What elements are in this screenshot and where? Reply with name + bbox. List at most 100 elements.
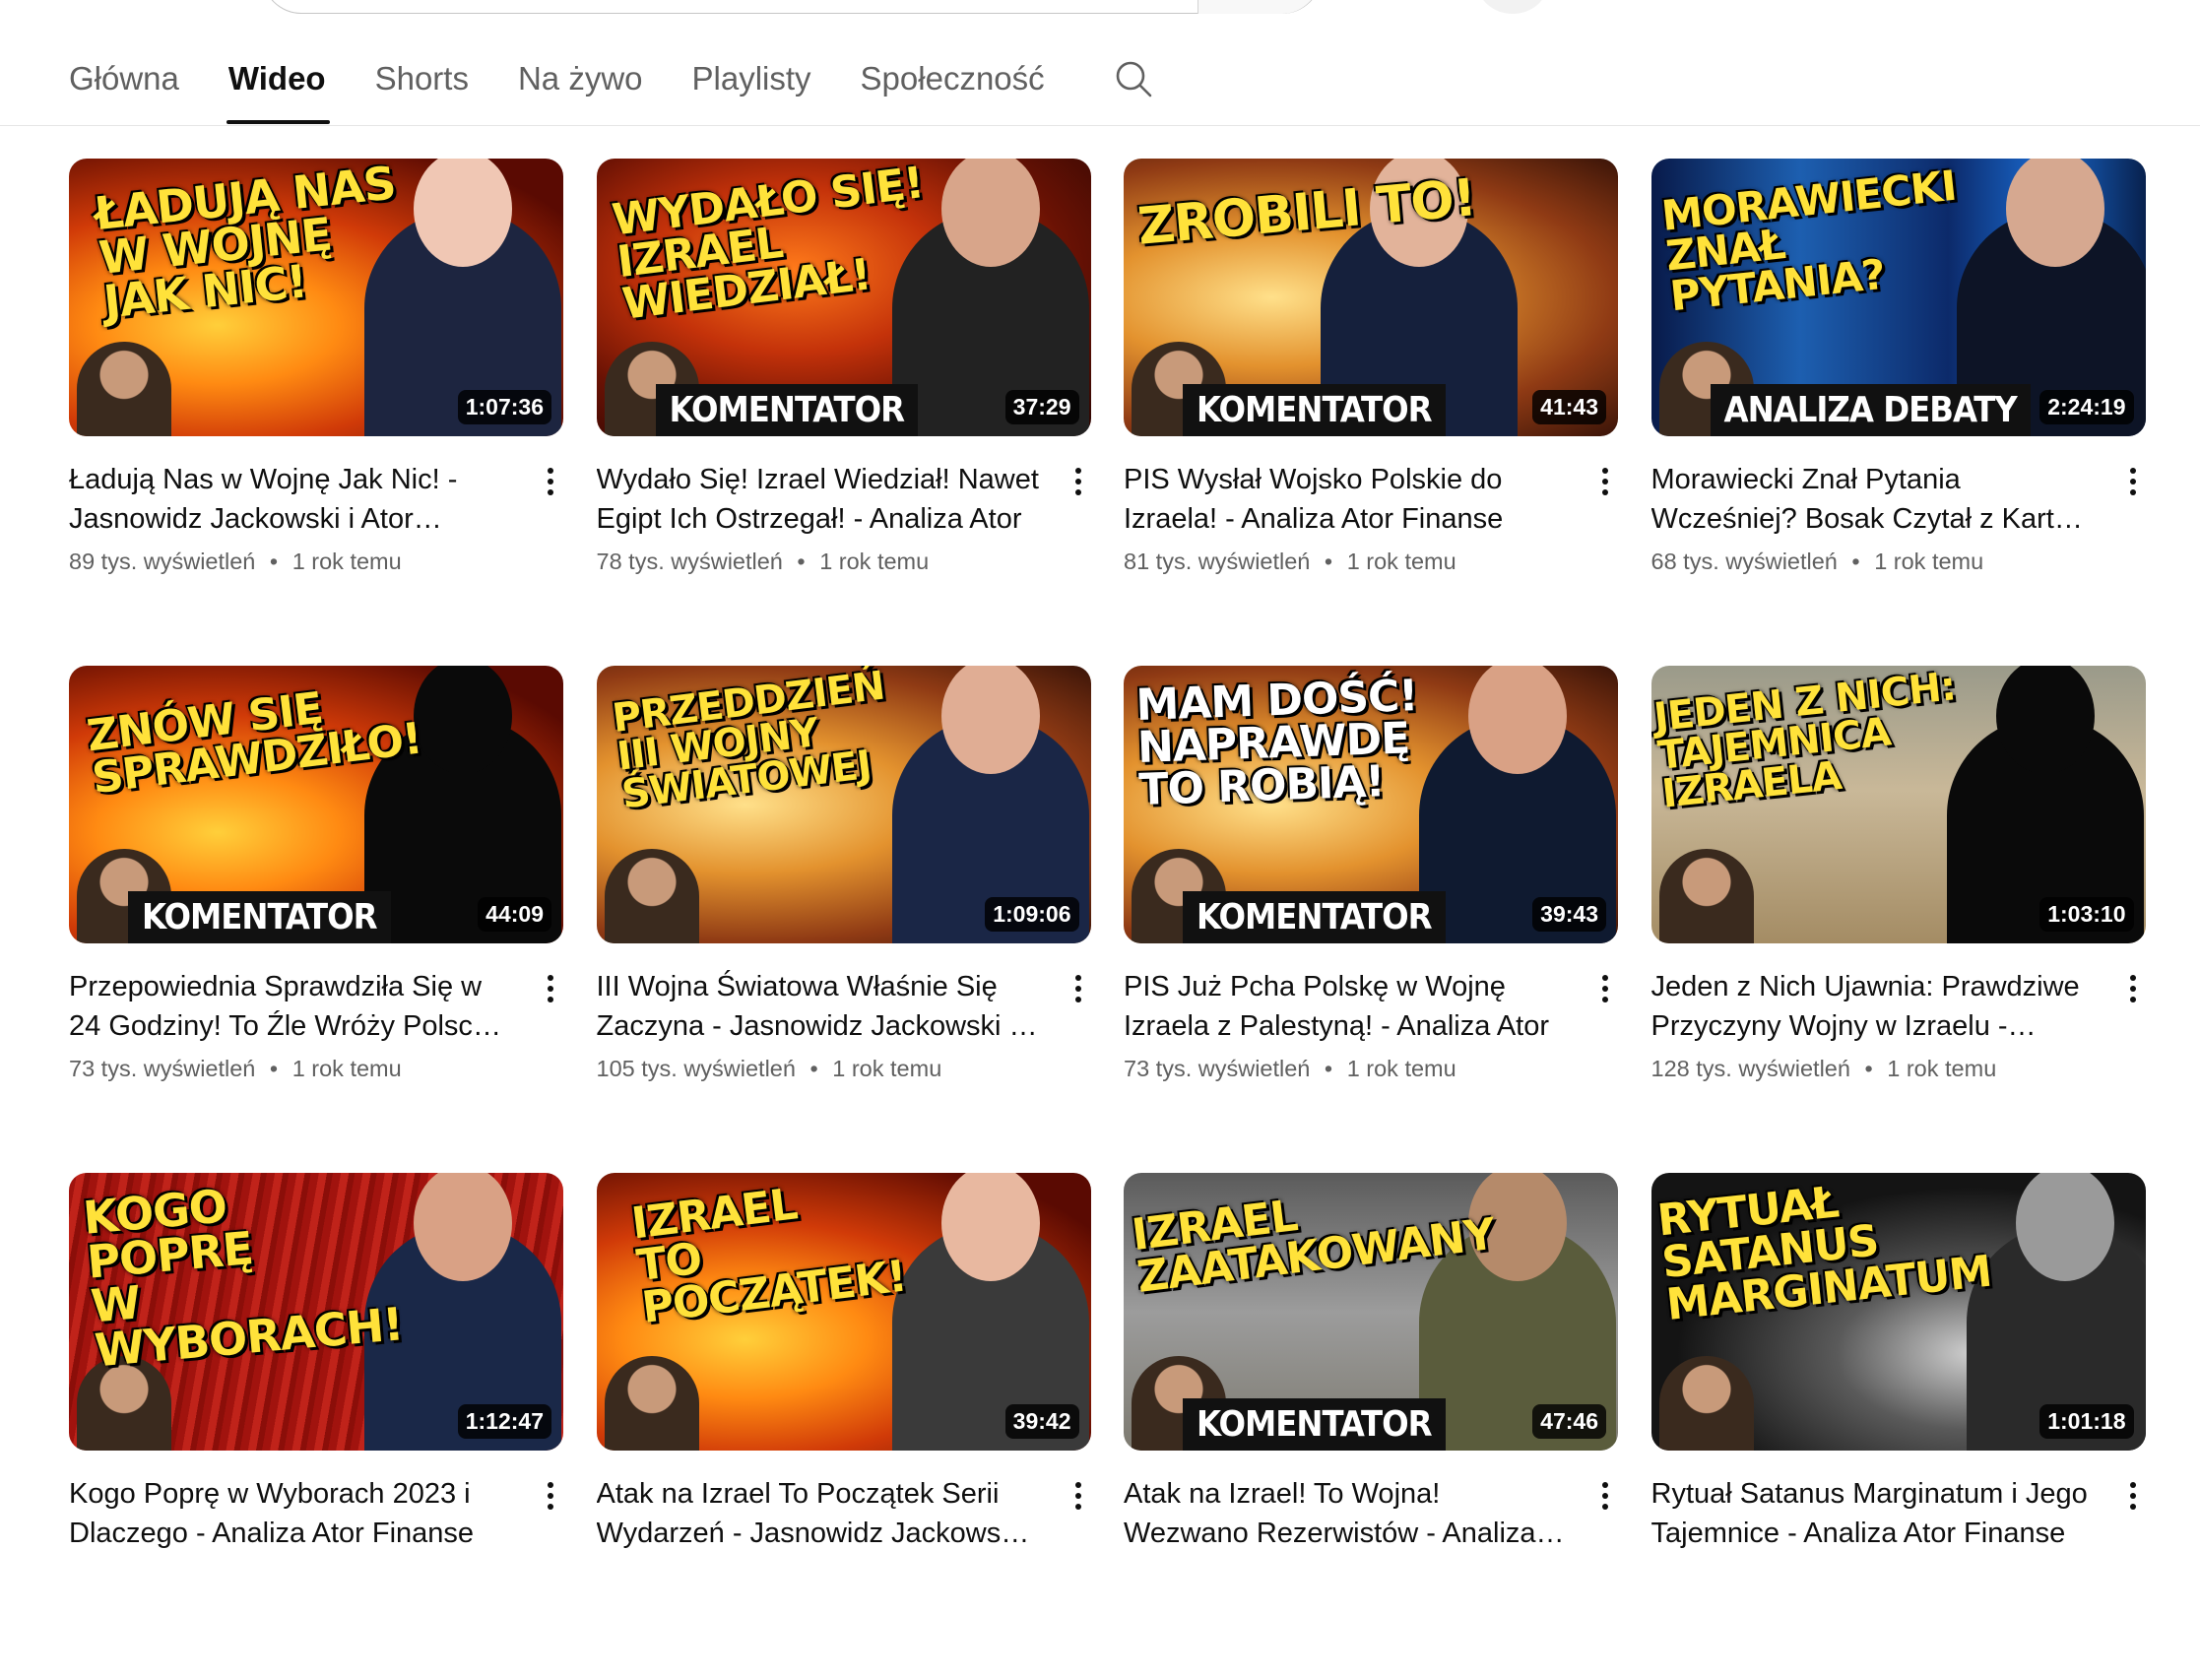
view-count: 105 tys. wyświetleń — [596, 1056, 796, 1081]
video-title[interactable]: PIS Wysłał Wojsko Polskie do Izraela! - … — [1124, 460, 1569, 539]
video-thumbnail[interactable]: ZNÓW SIĘ SPRAWDZIŁO! KOMENTATOR 44:09 — [69, 666, 563, 943]
video-duration: 47:46 — [1532, 1404, 1606, 1439]
thumbnail-avatar — [77, 342, 171, 436]
more-options-icon[interactable] — [1071, 464, 1085, 503]
view-count: 81 tys. wyświetleń — [1124, 549, 1311, 574]
view-count: 73 tys. wyświetleń — [1124, 1056, 1311, 1081]
video-title[interactable]: Ładują Nas w Wojnę Jak Nic! - Jasnowidz … — [69, 460, 514, 539]
video-card[interactable]: MORAWIECKI ZNAŁ PYTANIA? ANALIZA DEBATY … — [1650, 159, 2146, 666]
more-options-icon[interactable] — [1598, 971, 1612, 1010]
thumbnail-face — [1995, 666, 2095, 774]
video-title[interactable]: Jeden z Nich Ujawnia: Prawdziwe Przyczyn… — [1651, 967, 2097, 1046]
video-card[interactable]: WYDAŁO SIĘ! IZRAEL WIEDZIAŁ! KOMENTATOR … — [596, 159, 1091, 666]
video-meta: Ładują Nas w Wojnę Jak Nic! - Jasnowidz … — [69, 460, 563, 575]
video-meta: Jeden z Nich Ujawnia: Prawdziwe Przyczyn… — [1651, 967, 2146, 1082]
more-options-icon[interactable] — [1598, 464, 1612, 503]
video-card[interactable]: ZROBILI TO! KOMENTATOR 41:43 PIS Wysłał … — [1124, 159, 1618, 666]
search-bar[interactable] — [262, 0, 1322, 14]
thumbnail-caption: JEDEN Z NICH: TAJEMNICA IZRAELA — [1650, 666, 1958, 818]
video-card[interactable]: ŁADUJĄ NAS W WOJNĘ JAK NIC! 1:07:36 Ładu… — [69, 159, 563, 666]
video-meta: Rytuał Satanus Marginatum i Jego Tajemni… — [1651, 1474, 2146, 1589]
video-meta: Przepowiednia Sprawdziła Się w 24 Godzin… — [69, 967, 563, 1082]
tab-videos[interactable]: Wideo — [226, 39, 330, 124]
video-thumbnail[interactable]: IZRAEL TO POCZĄTEK! 39:42 — [596, 1173, 1091, 1451]
search-icon[interactable] — [1114, 59, 1153, 98]
more-options-icon[interactable] — [1071, 971, 1085, 1010]
thumbnail-avatar — [1658, 849, 1754, 943]
tab-community[interactable]: Społeczność — [861, 39, 1045, 124]
video-title[interactable]: Wydało Się! Izrael Wiedział! Nawet Egipt… — [597, 460, 1042, 539]
thumbnail-caption: KOGO POPRĘ W WYBORACH! — [81, 1179, 406, 1378]
video-duration: 1:01:18 — [2039, 1404, 2134, 1439]
video-duration: 1:03:10 — [2039, 897, 2134, 932]
thumbnail-caption: IZRAEL TO POCZĄTEK! — [628, 1179, 909, 1334]
video-meta: Kogo Poprę w Wyborach 2023 i Dlaczego - … — [69, 1474, 563, 1589]
video-card[interactable]: MAM DOŚĆ! NAPRAWDĘ TO ROBIĄ! KOMENTATOR … — [1124, 666, 1618, 1173]
video-card[interactable]: RYTUAŁ SATANUS MARGINATUM 1:01:18 Rytuał… — [1650, 1173, 2146, 1680]
video-title[interactable]: Przepowiednia Sprawdziła Się w 24 Godzin… — [69, 967, 514, 1046]
stats-separator: • — [1851, 549, 1860, 574]
tab-live[interactable]: Na żywo — [518, 39, 643, 124]
thumbnail-caption: RYTUAŁ SATANUS MARGINATUM — [1654, 1177, 1993, 1331]
video-thumbnail[interactable]: RYTUAŁ SATANUS MARGINATUM 1:01:18 — [1650, 1173, 2146, 1451]
video-meta: Atak na Izrael! To Wojna! Wezwano Rezerw… — [1124, 1474, 1618, 1589]
video-meta: PIS Wysłał Wojsko Polskie do Izraela! - … — [1124, 460, 1618, 575]
video-title[interactable]: Morawiecki Znał Pytania Wcześniej? Bosak… — [1651, 460, 2097, 539]
more-options-icon[interactable] — [2126, 464, 2140, 503]
thumbnail-avatar — [604, 849, 699, 943]
voice-search-button[interactable] — [1477, 0, 1548, 14]
video-stats: 73 tys. wyświetleń • 1 rok temu — [1124, 1056, 1569, 1082]
tabs-divider — [0, 125, 2200, 126]
view-count: 89 tys. wyświetleń — [69, 549, 256, 574]
view-count: 68 tys. wyświetleń — [1650, 549, 1838, 574]
video-thumbnail[interactable]: JEDEN Z NICH: TAJEMNICA IZRAELA 1:03:10 — [1650, 666, 2146, 943]
video-card[interactable]: IZRAEL TO POCZĄTEK! 39:42 Atak na Izrael… — [596, 1173, 1091, 1680]
thumbnail-label: KOMENTATOR — [1183, 384, 1446, 436]
video-duration: 1:12:47 — [457, 1404, 551, 1439]
thumbnail-face — [2005, 159, 2104, 267]
video-title[interactable]: Atak na Izrael To Początek Serii Wydarze… — [597, 1474, 1042, 1553]
thumbnail-face — [940, 1173, 1040, 1281]
more-options-icon[interactable] — [2126, 1478, 2140, 1518]
more-options-icon[interactable] — [1071, 1478, 1085, 1518]
video-card[interactable]: ZNÓW SIĘ SPRAWDZIŁO! KOMENTATOR 44:09 Pr… — [69, 666, 563, 1173]
video-thumbnail[interactable]: IZRAEL ZAATAKOWANY KOMENTATOR 47:46 — [1124, 1173, 1618, 1451]
video-thumbnail[interactable]: MORAWIECKI ZNAŁ PYTANIA? ANALIZA DEBATY … — [1650, 159, 2146, 436]
thumbnail-caption: MORAWIECKI ZNAŁ PYTANIA? — [1658, 161, 1959, 321]
video-duration: 1:07:36 — [457, 390, 551, 424]
more-options-icon[interactable] — [544, 971, 557, 1010]
more-options-icon[interactable] — [544, 1478, 557, 1518]
thumbnail-caption: MAM DOŚĆ! NAPRAWDĘ TO ROBIĄ! — [1134, 671, 1419, 816]
stats-separator: • — [809, 1056, 818, 1081]
upload-age: 1 rok temu — [1346, 1056, 1456, 1081]
video-thumbnail[interactable]: MAM DOŚĆ! NAPRAWDĘ TO ROBIĄ! KOMENTATOR … — [1124, 666, 1618, 943]
video-card[interactable]: PRZEDDZIEŃ III WOJNY ŚWIATOWEJ 1:09:06 I… — [596, 666, 1091, 1173]
tab-home[interactable]: Główna — [69, 39, 179, 124]
video-duration: 44:09 — [478, 897, 551, 932]
video-thumbnail[interactable]: KOGO POPRĘ W WYBORACH! 1:12:47 — [69, 1173, 563, 1451]
video-thumbnail[interactable]: WYDAŁO SIĘ! IZRAEL WIEDZIAŁ! KOMENTATOR … — [596, 159, 1091, 436]
more-options-icon[interactable] — [1598, 1478, 1612, 1518]
video-title[interactable]: Kogo Poprę w Wyborach 2023 i Dlaczego - … — [69, 1474, 514, 1553]
video-title[interactable]: III Wojna Światowa Właśnie Się Zaczyna -… — [597, 967, 1042, 1046]
video-card[interactable]: KOGO POPRĘ W WYBORACH! 1:12:47 Kogo Popr… — [69, 1173, 563, 1680]
stats-separator: • — [1324, 549, 1333, 574]
thumbnail-label: KOMENTATOR — [128, 891, 391, 943]
video-thumbnail[interactable]: ŁADUJĄ NAS W WOJNĘ JAK NIC! 1:07:36 — [69, 159, 563, 436]
video-card[interactable]: IZRAEL ZAATAKOWANY KOMENTATOR 47:46 Atak… — [1124, 1173, 1618, 1680]
upload-age: 1 rok temu — [832, 1056, 942, 1081]
more-options-icon[interactable] — [2126, 971, 2140, 1010]
thumbnail-face — [2015, 1173, 2114, 1281]
tab-playlists[interactable]: Playlisty — [692, 39, 811, 124]
video-title[interactable]: Atak na Izrael! To Wojna! Wezwano Rezerw… — [1124, 1474, 1569, 1553]
video-title[interactable]: Rytuał Satanus Marginatum i Jego Tajemni… — [1651, 1474, 2097, 1553]
video-card[interactable]: JEDEN Z NICH: TAJEMNICA IZRAELA 1:03:10 … — [1650, 666, 2146, 1173]
search-button[interactable] — [1197, 0, 1321, 14]
thumbnail-avatar — [1658, 1356, 1754, 1451]
video-title[interactable]: PIS Już Pcha Polskę w Wojnę Izraela z Pa… — [1124, 967, 1569, 1046]
more-options-icon[interactable] — [544, 464, 557, 503]
tab-shorts[interactable]: Shorts — [375, 39, 469, 124]
video-thumbnail[interactable]: ZROBILI TO! KOMENTATOR 41:43 — [1124, 159, 1618, 436]
video-thumbnail[interactable]: PRZEDDZIEŃ III WOJNY ŚWIATOWEJ 1:09:06 — [596, 666, 1091, 943]
video-stats: 78 tys. wyświetleń • 1 rok temu — [597, 549, 1042, 575]
